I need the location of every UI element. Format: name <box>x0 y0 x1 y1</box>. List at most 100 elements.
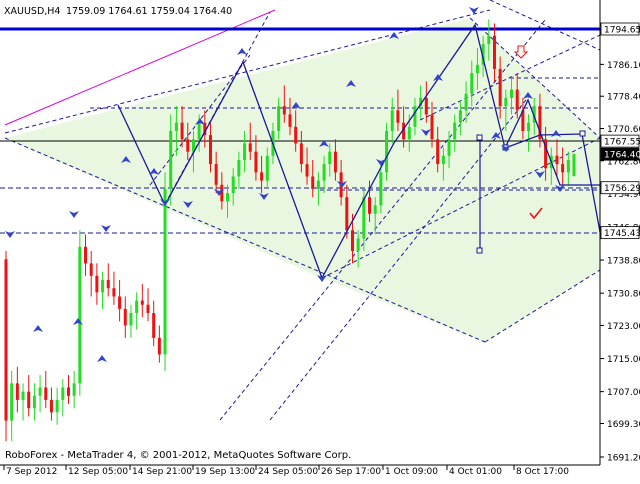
price-tick-label: 1778.40 <box>607 93 640 103</box>
candle-body <box>356 238 360 251</box>
candle-body <box>527 122 531 131</box>
candle-body <box>72 383 76 396</box>
candle-body <box>413 106 417 127</box>
candle-body <box>180 122 184 140</box>
candle-body <box>106 279 110 289</box>
candle-body <box>555 155 559 165</box>
candle-body <box>27 391 31 409</box>
candle-body <box>157 337 161 355</box>
candle-body <box>305 164 309 177</box>
candle-body <box>260 172 264 181</box>
level-label: 1756.29 <box>604 184 640 194</box>
level-label: 1764.40 <box>604 151 640 161</box>
price-tick-label: 1786.10 <box>607 61 640 71</box>
level-label: 1794.65 <box>604 26 640 36</box>
candle-body <box>487 35 491 45</box>
marker-square-top <box>476 134 483 141</box>
candle-body <box>350 230 354 251</box>
candle-body <box>197 122 201 140</box>
time-tick-label: 7 Sep 2012 <box>6 467 57 477</box>
candle-body <box>174 122 178 131</box>
candle-body <box>385 130 389 173</box>
candle-body <box>89 263 93 276</box>
candle-body <box>78 246 82 384</box>
candle-body <box>21 391 25 400</box>
price-tick-label: 1707.00 <box>607 388 640 398</box>
candle-body <box>294 126 298 144</box>
candle-body <box>566 159 570 173</box>
price-tick-label: 1715.00 <box>607 355 640 365</box>
candle-body <box>447 139 451 156</box>
time-tick-label: 12 Sep 05:00 <box>68 467 128 477</box>
symbol-header: XAUUSD,H4 <box>4 6 60 17</box>
candle-body <box>248 143 252 152</box>
candle-body <box>15 383 19 400</box>
candle-body <box>498 68 502 107</box>
candle-body <box>44 387 48 400</box>
price-tick-label: 1770.60 <box>607 125 640 135</box>
candle-body <box>84 246 88 264</box>
time-tick-label: 24 Sep 05:00 <box>258 467 318 477</box>
candle-body <box>288 114 292 127</box>
candle-body <box>436 139 440 165</box>
candle-body <box>237 159 241 177</box>
candle-body <box>129 313 133 326</box>
candle-body <box>390 110 394 131</box>
candle-body <box>475 64 479 74</box>
candle-body <box>362 197 366 239</box>
time-tick-label: 19 Sep 13:00 <box>195 467 255 477</box>
price-chart[interactable]: 1794.651786.101778.401770.601762.801754.… <box>0 0 640 480</box>
candle-body <box>214 164 218 185</box>
candle-body <box>32 395 36 409</box>
candle-body <box>407 126 411 140</box>
candle-body <box>208 135 212 165</box>
candle-body <box>510 89 514 98</box>
level-label: 1767.55 <box>604 138 640 148</box>
price-tick-label: 1691.20 <box>607 454 640 464</box>
candle-body <box>561 164 565 173</box>
candle-body <box>66 387 70 396</box>
chart-window[interactable]: 1794.651786.101778.401770.601762.801754.… <box>0 0 640 480</box>
candle-body <box>277 106 281 131</box>
candle-body <box>146 304 150 314</box>
candle-body <box>112 288 116 297</box>
candle-body <box>299 143 303 165</box>
candle-body <box>254 151 258 173</box>
marker-square-right <box>579 130 586 137</box>
candle-body <box>169 130 173 189</box>
candle-body <box>140 300 144 305</box>
candle-body <box>373 205 377 214</box>
price-tick-label: 1699.30 <box>607 420 640 430</box>
candle-body <box>163 188 167 355</box>
candle-body <box>311 176 315 189</box>
candle-body <box>282 106 286 115</box>
candle-body <box>470 73 474 94</box>
time-tick-label: 4 Oct 01:00 <box>449 467 502 477</box>
candle-body <box>316 180 320 189</box>
candle-body <box>458 110 462 123</box>
time-tick-label: 1 Oct 09:00 <box>385 467 438 477</box>
candle-body <box>4 259 8 421</box>
candle-body <box>61 387 65 400</box>
candle-body <box>186 139 190 152</box>
candle-body <box>453 122 457 140</box>
candle-body <box>345 197 349 231</box>
candle-body <box>430 114 434 140</box>
candle-body <box>572 154 576 177</box>
candle-body <box>492 35 496 69</box>
candle-body <box>464 93 468 111</box>
candle-body <box>333 151 337 173</box>
candle-body <box>328 151 332 165</box>
ohlc-header: 1759.09 1764.61 1759.04 1764.40 <box>66 6 232 17</box>
candle-body <box>118 296 122 309</box>
candle-body <box>515 89 519 111</box>
candle-body <box>38 387 42 396</box>
candle-body <box>504 97 508 107</box>
candle-body <box>152 313 156 338</box>
candle-body <box>226 193 230 202</box>
candle-body <box>322 164 326 181</box>
candle-body <box>123 308 127 326</box>
time-axis: 7 Sep 2012 12 Sep 05:00 14 Sep 21:00 19 Sep… <box>3 465 569 477</box>
time-tick-label: 8 Oct 17:00 <box>516 467 569 477</box>
candle-body <box>55 399 59 413</box>
